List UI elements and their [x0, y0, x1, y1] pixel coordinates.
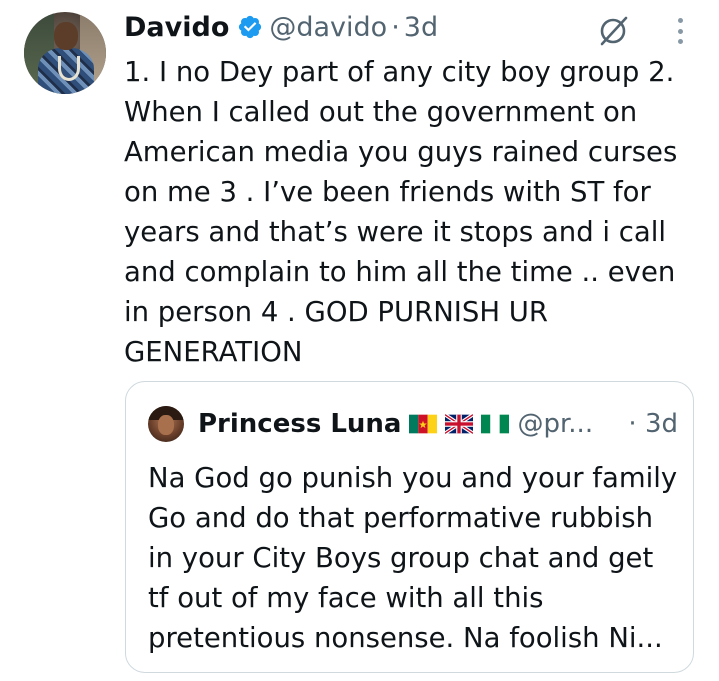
tweet-text: 1. I no Dey part of any city boy group 2… [124, 56, 678, 368]
grok-icon[interactable] [596, 14, 630, 48]
quoted-author-name[interactable]: Princess Luna [198, 409, 401, 439]
quoted-author-avatar[interactable] [148, 406, 184, 442]
quoted-tweet-text: Na God go punish you and your family Go … [148, 462, 678, 654]
uk-flag-icon [445, 414, 474, 434]
quoted-author-handle[interactable]: @pr... [517, 409, 593, 439]
more-dot [677, 18, 683, 23]
header-separator: · [391, 11, 400, 43]
more-dot [677, 28, 683, 34]
quoted-tweet-header: Princess Luna @pr... · 3d [198, 406, 678, 442]
cameroon-flag-icon [409, 414, 438, 434]
quoted-tweet[interactable]: Princess Luna @pr... · 3d Na God go puni… [125, 381, 694, 673]
avatar-chain [58, 56, 80, 81]
tweet-time[interactable]: 3d [404, 12, 438, 43]
quoted-tweet-time[interactable]: · 3d [628, 409, 678, 439]
more-vertical-icon[interactable] [670, 14, 690, 48]
quoted-avatar-face [158, 415, 174, 435]
more-dot [677, 39, 683, 44]
tweet-header: Davido @davido · 3d [124, 8, 438, 46]
verified-badge-icon[interactable] [237, 14, 263, 40]
author-avatar[interactable] [24, 12, 106, 94]
author-handle[interactable]: @davido [269, 12, 387, 43]
author-name[interactable]: Davido [124, 12, 229, 43]
avatar-head [54, 22, 78, 50]
nigeria-flag-icon [481, 414, 510, 434]
tweet[interactable]: Davido @davido · 3d 1. I no Dey part of … [0, 0, 719, 681]
